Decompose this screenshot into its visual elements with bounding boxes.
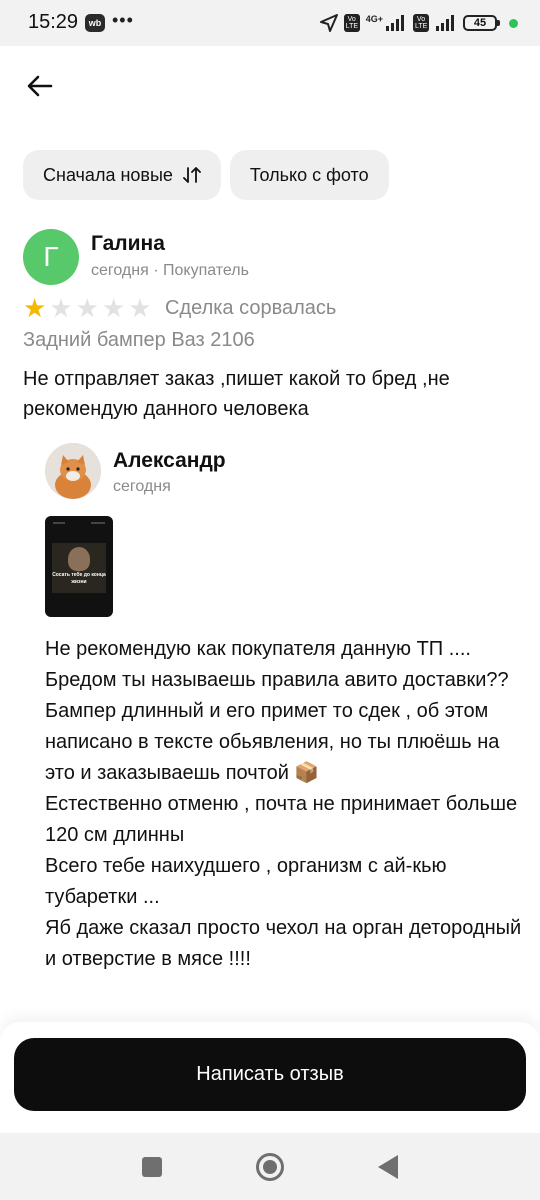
write-review-button[interactable]: Написать отзыв bbox=[14, 1038, 526, 1111]
reviewer-name[interactable]: Галина bbox=[91, 232, 165, 256]
arrow-left-icon bbox=[27, 75, 53, 97]
status-bar: 15:29 wb ••• Vo LTE 4G+ Vo LTE 45 bbox=[0, 0, 540, 46]
seller-name[interactable]: Александр bbox=[113, 449, 226, 473]
signal-strength-icon bbox=[386, 15, 404, 31]
rating-stars: ★ ★ ★ ★ ★ bbox=[23, 294, 152, 322]
battery-icon: 45 bbox=[463, 15, 500, 31]
photo-only-chip[interactable]: Только с фото bbox=[229, 150, 389, 200]
square-icon[interactable] bbox=[142, 1157, 162, 1177]
star-empty-icon: ★ bbox=[49, 293, 73, 323]
review-text: Не отправляет заказ ,пишет какой то бред… bbox=[23, 368, 450, 420]
reply-text: Не рекомендую как покупателя данную ТП .… bbox=[45, 638, 522, 970]
star-empty-icon: ★ bbox=[75, 293, 99, 323]
photo-only-chip-label: Только с фото bbox=[249, 164, 369, 185]
meme-caption: Сосать тебе до конца жизни bbox=[52, 572, 106, 585]
circle-home-icon[interactable] bbox=[256, 1153, 284, 1181]
volte-icon-2: Vo LTE bbox=[413, 14, 429, 32]
item-title[interactable]: Задний бампер Ваз 2106 bbox=[23, 329, 255, 352]
back-button[interactable] bbox=[18, 64, 62, 108]
privacy-indicator-dot bbox=[509, 18, 518, 28]
star-empty-icon: ★ bbox=[128, 293, 152, 323]
sort-chip[interactable]: Сначала новые bbox=[23, 150, 221, 200]
signal-strength-icon-2 bbox=[436, 15, 454, 31]
cat-avatar-image bbox=[45, 443, 101, 499]
filter-chips: Сначала новые Только с фото bbox=[23, 150, 389, 200]
more-notifications-icon: ••• bbox=[112, 10, 134, 30]
meme-face bbox=[68, 547, 90, 571]
network-type-label: 4G+ bbox=[365, 14, 383, 24]
reviewer-meta: сегодня · Покупатель bbox=[91, 262, 249, 279]
phone-screen-topbar bbox=[53, 522, 105, 524]
reply-date: сегодня bbox=[113, 478, 171, 495]
wb-app-badge: wb bbox=[85, 14, 105, 32]
status-indicators: Vo LTE 4G+ Vo LTE 45 bbox=[319, 12, 518, 34]
seller-avatar[interactable] bbox=[45, 443, 101, 499]
status-time: 15:29 bbox=[28, 11, 79, 33]
sort-chip-label: Сначала новые bbox=[43, 164, 173, 185]
volte-icon: Vo LTE bbox=[343, 14, 360, 32]
deal-status: Сделка сорвалась bbox=[165, 297, 337, 319]
star-filled-icon: ★ bbox=[23, 293, 47, 323]
triangle-back-icon[interactable] bbox=[378, 1155, 398, 1179]
reply-attached-image[interactable]: Сосать тебе до конца жизни bbox=[45, 516, 113, 617]
sort-arrows-icon bbox=[183, 167, 201, 183]
reviewer-avatar[interactable]: Г bbox=[23, 229, 79, 285]
star-empty-icon: ★ bbox=[101, 293, 126, 323]
meme-picture: Сосать тебе до конца жизни bbox=[52, 543, 106, 593]
location-arrow-icon bbox=[319, 14, 338, 32]
